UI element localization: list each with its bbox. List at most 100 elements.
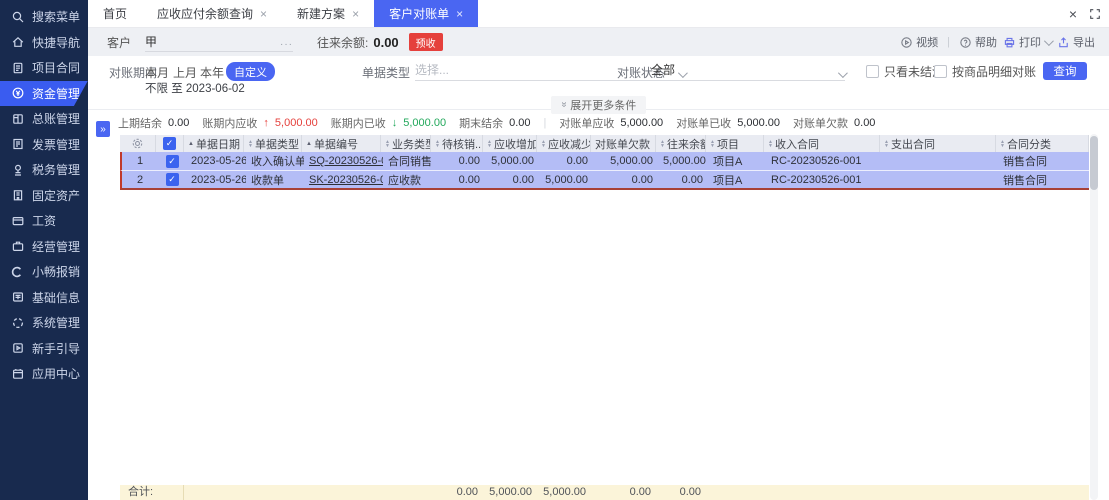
tab-close-icon[interactable]: × <box>456 8 463 20</box>
help-button[interactable]: 帮助 <box>959 34 997 50</box>
cell-increase: 0.00 <box>512 173 534 186</box>
tab-close-icon[interactable]: × <box>352 8 359 20</box>
cell-category: 销售合同 <box>1003 174 1047 187</box>
total-increase: 5,000.00 <box>489 486 532 498</box>
cell-biz-type: 应收款 <box>388 174 421 187</box>
select-all-checkbox[interactable]: ✓ <box>156 135 184 152</box>
sidebar-item-funds-management[interactable]: 资金管理 <box>0 80 88 106</box>
more-options-icon[interactable]: ··· <box>280 39 293 50</box>
checkbox-icon <box>934 65 947 78</box>
expand-more-row: » 展开更多条件 <box>88 94 1109 114</box>
sort-asc-icon: ▲ <box>188 140 194 147</box>
col-income-contract[interactable]: ▲ ▼ 收入合同 <box>764 135 880 152</box>
tab-balance-query[interactable]: 应收应付余额查询 × <box>142 0 282 27</box>
cell-income-contract: RC-20230526-001 <box>771 173 862 186</box>
sidebar-item-search-menu[interactable]: 搜索菜单 <box>0 4 88 30</box>
cell-pending: 0.00 <box>458 173 480 186</box>
video-button[interactable]: 视频 <box>900 34 938 50</box>
vertical-scrollbar[interactable] <box>1090 134 1098 500</box>
row-checkbox[interactable]: ✓ <box>158 173 186 186</box>
tab-new-scheme[interactable]: 新建方案 × <box>282 0 374 27</box>
row-number: 1 <box>136 155 144 167</box>
table-row[interactable]: 2 ✓ 2023-05-26 收款单 SK-20230526-001 应收款 0… <box>120 171 1089 190</box>
print-icon <box>1004 37 1015 47</box>
sidebar-item-xiaochang-expense[interactable]: 小畅报销 <box>0 259 88 285</box>
sort-icon: ▲ ▼ <box>768 138 773 149</box>
sidebar-item-business-management[interactable]: 经营管理 <box>0 234 88 260</box>
scrollbar-thumb[interactable] <box>1090 136 1098 190</box>
col-pending[interactable]: ▲ ▼ 待核销... <box>431 135 483 152</box>
column-settings-button[interactable] <box>120 135 156 152</box>
main-content: 首页 应收应付余额查询 × 新建方案 × 客户对账单 × × 客户 甲 ··· … <box>88 0 1109 500</box>
stmt-receivable-value: 5,000.00 <box>620 116 664 129</box>
table-row[interactable]: 1 ✓ 2023-05-26 收入确认单 SQ-20230526-001 合同销… <box>120 152 1089 171</box>
period-range: 不限 至 2023-06-02 <box>145 83 245 95</box>
col-doc-date[interactable]: ▲ 单据日期 <box>184 135 244 152</box>
chevron-down-icon <box>1043 35 1054 46</box>
panel-expand-button[interactable]: » <box>96 121 110 137</box>
by-product-detail-checkbox[interactable]: 按商品明细对账 <box>934 63 1036 80</box>
sidebar-item-app-center[interactable]: 应用中心 <box>0 361 88 387</box>
period-this-month[interactable]: 本月 <box>145 64 169 81</box>
period-custom[interactable]: 自定义 <box>226 62 275 81</box>
strip-toolbar: 视频 | 帮助 打印 导出 <box>900 34 1109 50</box>
divider: | <box>543 116 547 129</box>
doc-no-link[interactable]: SK-20230526-001 <box>309 174 383 186</box>
fullscreen-icon[interactable] <box>1089 8 1101 20</box>
tax-stamp-icon <box>14 164 22 176</box>
sidebar-item-newbie-guide[interactable]: 新手引导 <box>0 336 88 362</box>
col-balance[interactable]: ▲▼往来余额 <box>656 135 706 152</box>
table-empty-space <box>120 190 1089 485</box>
col-project[interactable]: ▲ ▼ 项目 <box>706 135 764 152</box>
close-icon[interactable]: × <box>1069 7 1077 21</box>
period-received-label: 账期内已收 <box>330 117 386 130</box>
search-icon <box>12 11 24 23</box>
sidebar-item-invoice-management[interactable]: 发票管理 <box>0 132 88 158</box>
only-unsettled-checkbox[interactable]: 只看未结清 <box>866 63 944 80</box>
sidebar-item-quick-nav[interactable]: 快捷导航 <box>0 30 88 56</box>
sidebar-item-general-ledger[interactable]: 总账管理 <box>0 106 88 132</box>
query-button[interactable]: 查询 <box>1043 62 1087 80</box>
sidebar-item-label: 经营管理 <box>32 239 81 254</box>
sidebar-item-project-contract[interactable]: 项目合同 <box>0 55 88 81</box>
cell-income-contract: RC-20230526-001 <box>771 155 862 167</box>
sidebar-item-payroll[interactable]: 工资 <box>0 208 88 234</box>
col-expense-contract[interactable]: ▲ ▼ 支出合同 <box>880 135 996 152</box>
col-decrease[interactable]: ▲ ▼ 应收减少 <box>537 135 591 152</box>
col-biz-type[interactable]: ▲▼业务类型 <box>381 135 431 152</box>
status-select[interactable]: 全部 <box>651 61 848 81</box>
tab-home[interactable]: 首页 <box>88 0 142 27</box>
col-increase[interactable]: ▲ ▼ 应收增加 <box>483 135 537 152</box>
sidebar-item-label: 总账管理 <box>32 112 81 127</box>
sort-icon: ▲ ▼ <box>487 138 492 149</box>
export-button[interactable]: 导出 <box>1057 34 1095 50</box>
col-doc-no[interactable]: ▲ 单据编号 <box>302 135 381 152</box>
video-icon <box>901 36 912 48</box>
total-pending: 0.00 <box>456 486 478 498</box>
doc-type-label: 单据类型 <box>362 66 411 80</box>
info-doc-icon <box>12 292 24 302</box>
sidebar-item-tax-management[interactable]: 税务管理 <box>0 157 88 183</box>
double-chevron-down-icon: » <box>558 101 569 108</box>
tab-customer-statement[interactable]: 客户对账单 × <box>374 0 479 27</box>
cell-balance: 0.00 <box>681 173 703 186</box>
cell-balance: 5,000.00 <box>663 155 706 167</box>
period-this-year[interactable]: 本年 <box>200 64 224 81</box>
period-last-month[interactable]: 上月 <box>173 64 197 81</box>
row-checkbox[interactable]: ✓ <box>158 154 186 168</box>
print-button[interactable]: 打印 <box>1003 34 1054 50</box>
customer-input[interactable]: 甲 ··· <box>145 33 294 52</box>
col-doc-type[interactable]: ▲ ▼ 单据类型 <box>244 135 302 152</box>
tab-label: 客户对账单 <box>389 7 450 21</box>
cell-doc-type: 收入确认单 <box>251 156 304 168</box>
stmt-owed-value: 0.00 <box>854 116 876 129</box>
sort-icon: ▲ ▼ <box>710 138 715 149</box>
sidebar-item-fixed-assets[interactable]: 固定资产 <box>0 183 88 209</box>
sidebar-item-base-info[interactable]: 基础信息 <box>0 285 88 311</box>
cell-pending: 0.00 <box>458 155 480 167</box>
col-owed[interactable]: 对账单欠款 <box>591 135 656 152</box>
col-category[interactable]: ▲ ▼ 合同分类 <box>996 135 1089 152</box>
tab-close-icon[interactable]: × <box>260 8 267 20</box>
doc-no-link[interactable]: SQ-20230526-001 <box>309 155 383 167</box>
sidebar-item-system-management[interactable]: 系统管理 <box>0 310 88 336</box>
